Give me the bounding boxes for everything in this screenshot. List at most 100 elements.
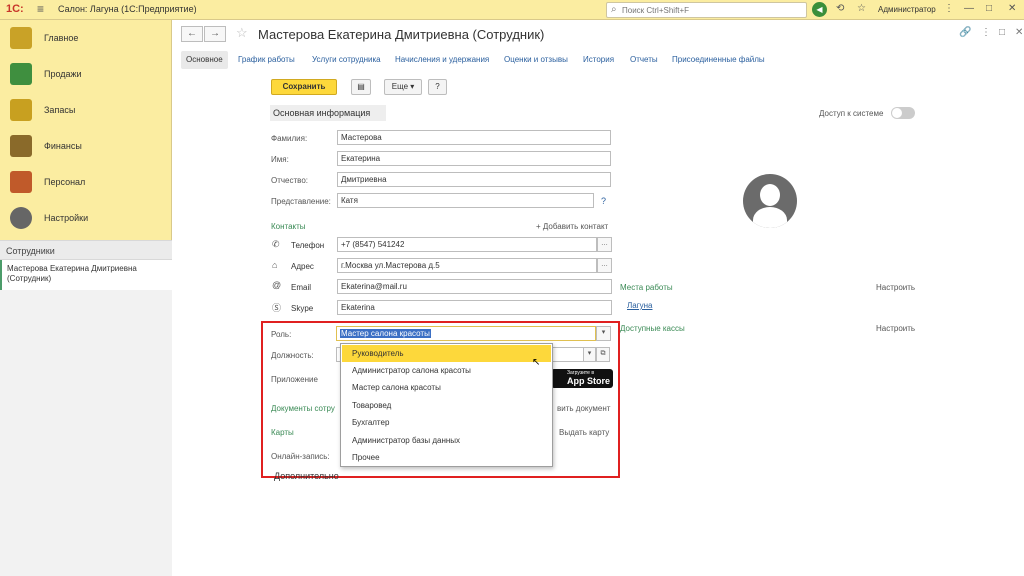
maximize-icon[interactable]: □ [986, 3, 992, 14]
app-store-text: App Store [567, 376, 611, 386]
sidebar-item-finance[interactable]: Финансы [0, 130, 172, 164]
sidebar-item-label: Финансы [44, 141, 82, 151]
cards-header[interactable]: Карты [271, 428, 294, 437]
address-field[interactable]: г.Москва ул.Мастерова д.5 [337, 258, 597, 273]
tab-attached-files[interactable]: Присоединенные файлы [672, 51, 765, 69]
representation-field[interactable]: Катя [337, 193, 594, 208]
contacts-header[interactable]: Контакты [271, 222, 306, 231]
more-icon[interactable]: ⋮ [981, 27, 991, 38]
app-title: Салон: Лагуна (1С:Предприятие) [58, 4, 197, 14]
add-document-link[interactable]: вить документ [557, 404, 610, 413]
surname-field[interactable]: Мастерова [337, 130, 611, 145]
more-menu-button[interactable]: Еще ▾ [384, 79, 422, 95]
search-input[interactable] [622, 4, 802, 16]
work-places-configure[interactable]: Настроить [876, 283, 915, 292]
tab-history[interactable]: История [583, 51, 614, 69]
phone-more-button[interactable]: … [597, 237, 612, 252]
sidebar-item-sales[interactable]: Продажи [0, 58, 172, 92]
role-value: Мастер салона красоты [340, 329, 431, 338]
representation-label: Представление: [271, 197, 331, 206]
clipboard-icon [10, 27, 32, 49]
sidebar-item-label: Продажи [44, 69, 82, 79]
tab-main[interactable]: Основное [181, 51, 228, 69]
sidebar-item-label: Запасы [44, 105, 76, 115]
phone-field[interactable]: +7 (8547) 541242 [337, 237, 597, 252]
app-label: Приложение [271, 375, 318, 384]
section-label: Сотрудники [6, 246, 55, 256]
surname-label: Фамилия: [271, 134, 308, 143]
avatar-body [753, 207, 787, 228]
forward-button[interactable]: → [204, 26, 226, 42]
role-option[interactable]: Администратор базы данных [342, 432, 551, 449]
home-icon: ⌂ [272, 260, 278, 270]
sidebar-item-staff[interactable]: Персонал [0, 166, 172, 200]
address-more-button[interactable]: … [597, 258, 612, 273]
avatar[interactable] [743, 174, 797, 228]
tab-reviews[interactable]: Оценки и отзывы [504, 51, 568, 69]
chart-icon [10, 63, 32, 85]
role-option[interactable]: Товаровед [342, 397, 551, 414]
favorites-star-icon[interactable]: ☆ [857, 3, 866, 14]
tab-reports[interactable]: Отчеты [630, 51, 658, 69]
issue-card-link[interactable]: Выдать карту [559, 428, 609, 437]
sidebar-item-main[interactable]: Главное [0, 22, 172, 56]
close-icon[interactable]: ✕ [1008, 3, 1016, 14]
global-search[interactable]: ⌕ [606, 2, 807, 18]
search-icon: ⌕ [611, 4, 617, 15]
work-places-header[interactable]: Места работы [620, 283, 673, 292]
cash-desks-header[interactable]: Доступные кассы [620, 324, 685, 333]
tab-services[interactable]: Услуги сотрудника [312, 51, 381, 69]
phone-icon: ✆ [272, 239, 280, 249]
skype-field[interactable]: Ekaterina [337, 300, 612, 315]
page-title: Мастерова Екатерина Дмитриевна (Сотрудни… [258, 27, 545, 42]
save-button[interactable]: Сохранить [271, 79, 337, 95]
boxes-icon [10, 99, 32, 121]
history-icon[interactable]: ⟲ [836, 3, 844, 14]
system-access-toggle[interactable] [891, 107, 915, 119]
back-button[interactable]: ← [181, 26, 203, 42]
minimize-icon[interactable]: — [964, 3, 974, 14]
role-select[interactable]: Мастер салона красоты [336, 326, 596, 341]
open-window-label: Мастерова Екатерина Дмитриевна (Сотрудни… [7, 264, 137, 283]
sidebar-item-stock[interactable]: Запасы [0, 94, 172, 128]
app-store-badge[interactable]: Загрузите в App Store [551, 369, 613, 388]
menu-icon[interactable]: ≡ [37, 2, 44, 16]
role-option[interactable]: Бухгалтер [342, 414, 551, 431]
role-option[interactable]: Администратор салона красоты [342, 362, 551, 379]
user-name[interactable]: Администратор [878, 5, 936, 14]
more-label: Еще [391, 82, 409, 91]
favorite-star-icon[interactable]: ☆ [236, 25, 248, 41]
close-icon[interactable]: ✕ [1015, 27, 1023, 38]
patronymic-field[interactable]: Дмитриевна [337, 172, 611, 187]
email-label: Email [291, 283, 312, 292]
notifications-icon[interactable]: ◀ [812, 2, 827, 17]
more-icon[interactable]: ⋮ [944, 3, 954, 14]
open-window-item[interactable]: Мастерова Екатерина Дмитриевна (Сотрудни… [0, 260, 172, 290]
tab-schedule[interactable]: График работы [238, 51, 295, 69]
role-option[interactable]: Руководитель [342, 345, 551, 362]
add-contact-link[interactable]: + Добавить контакт [536, 222, 608, 231]
post-icon[interactable]: ▤ [351, 79, 371, 95]
documents-header[interactable]: Документы сотру [271, 404, 335, 413]
gear-icon [10, 207, 32, 229]
app-logo: 1С: [6, 3, 24, 15]
sidebar-item-settings[interactable]: Настройки [0, 202, 172, 236]
position-open-button[interactable]: ⧉ [596, 347, 610, 362]
work-place-item[interactable]: Лагуна [627, 301, 652, 310]
tab-accruals[interactable]: Начисления и удержания [395, 51, 489, 69]
position-dropdown-button[interactable]: ▾ [583, 347, 596, 362]
additional-header[interactable]: Дополнительно [274, 471, 339, 481]
email-field[interactable]: Ekaterina@mail.ru [337, 279, 612, 294]
cash-desks-configure[interactable]: Настроить [876, 324, 915, 333]
sidebar: Главное Продажи Запасы Финансы Персонал … [0, 20, 172, 576]
sidebar-empty-area [0, 290, 172, 576]
role-option[interactable]: Прочее [342, 449, 551, 466]
role-dropdown-button[interactable]: ▾ [596, 326, 611, 341]
link-icon[interactable]: 🔗 [959, 27, 971, 38]
skype-icon: Ⓢ [272, 303, 282, 313]
role-option[interactable]: Мастер салона красоты [342, 379, 551, 396]
representation-help[interactable]: ? [601, 196, 606, 206]
maximize-icon[interactable]: □ [999, 27, 1005, 38]
name-field[interactable]: Екатерина [337, 151, 611, 166]
help-button[interactable]: ? [428, 79, 447, 95]
